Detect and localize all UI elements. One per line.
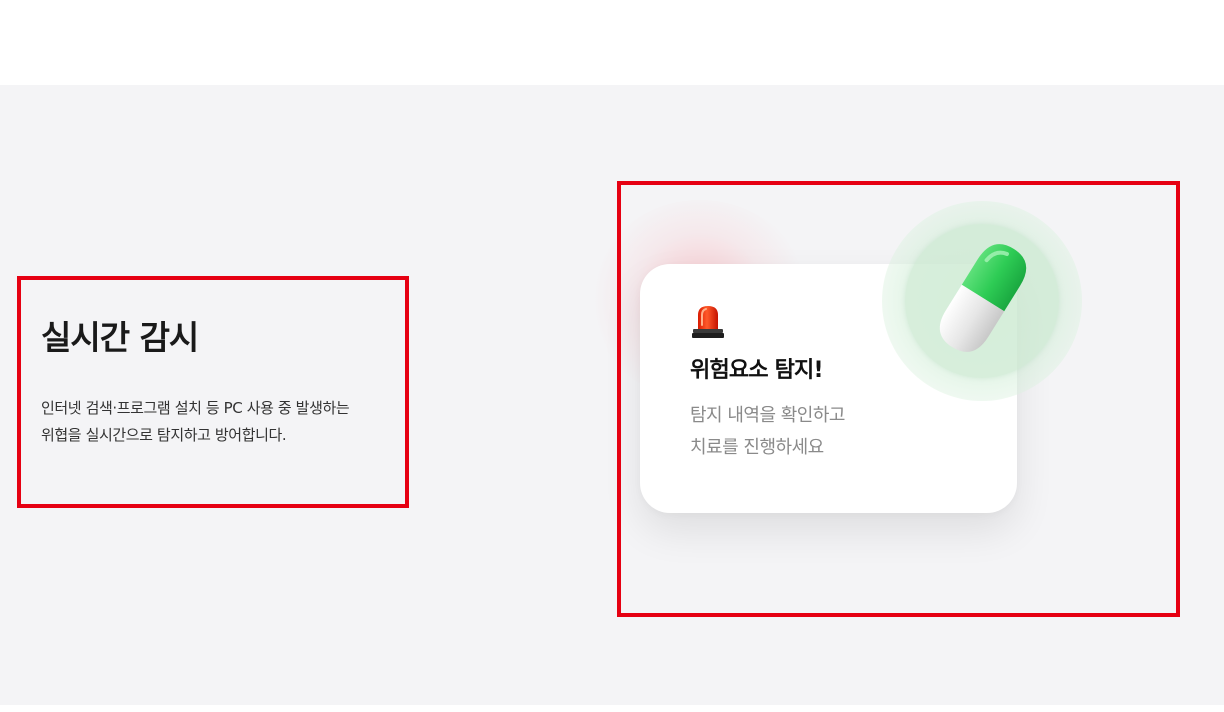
feature-description-line: 인터넷 검색·프로그램 설치 등 PC 사용 중 발생하는 bbox=[41, 399, 350, 417]
alert-title: 위험요소 탐지! bbox=[690, 358, 824, 383]
feature-description-line: 위협을 실시간으로 탐지하고 방어합니다. bbox=[41, 426, 287, 444]
bottom-strip bbox=[0, 705, 1224, 712]
alert-description-line: 탐지 내역을 확인하고 bbox=[690, 405, 845, 426]
capsule-pill-icon bbox=[939, 244, 1027, 352]
alert-description: 탐지 내역을 확인하고 치료를 진행하세요 bbox=[690, 400, 845, 464]
top-bar bbox=[0, 0, 1224, 85]
alert-description-line: 치료를 진행하세요 bbox=[690, 437, 824, 458]
feature-description: 인터넷 검색·프로그램 설치 등 PC 사용 중 발생하는 위협을 실시간으로 … bbox=[41, 395, 403, 449]
siren-icon bbox=[692, 306, 724, 338]
feature-title: 실시간 감시 bbox=[41, 318, 199, 357]
